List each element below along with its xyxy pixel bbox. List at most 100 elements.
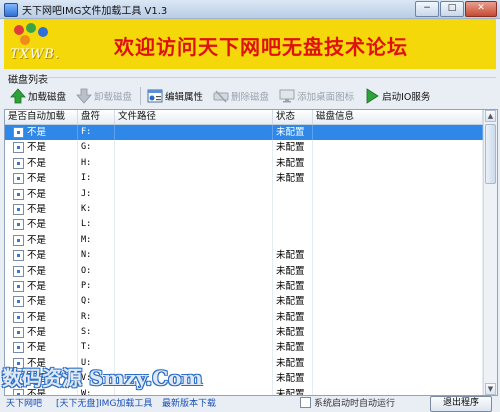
table-row[interactable]: 不是 M: [5, 232, 483, 249]
gray-down-arrow-icon [76, 88, 92, 104]
cell-auto-load: 不是 [5, 186, 78, 202]
cell-disk-info [313, 278, 483, 295]
cell-drive-letter: T: [78, 340, 115, 356]
table-row[interactable]: 不是 O: 未配置 [5, 263, 483, 279]
cell-file-path [115, 294, 273, 310]
cell-status: 未配置 [273, 371, 313, 387]
cell-auto-load: 不是 [5, 155, 78, 172]
close-button[interactable]: ✕ [465, 1, 497, 17]
table-row[interactable]: 不是 P: 未配置 [5, 278, 483, 295]
cell-status: 未配置 [273, 386, 313, 395]
minimize-button[interactable]: − [415, 1, 439, 17]
table-row[interactable]: 不是 I: 未配置 [5, 171, 483, 187]
scroll-up-arrow-icon[interactable]: ▲ [485, 110, 496, 122]
cell-status [273, 232, 313, 249]
cell-disk-info [313, 309, 483, 326]
cell-auto-load: 不是 [5, 248, 78, 264]
column-header-drive-letter[interactable]: 盘符 [78, 110, 115, 124]
cell-drive-letter: G: [78, 140, 115, 156]
cell-status: 未配置 [273, 248, 313, 264]
delete-disk-button[interactable]: 删除磁盘 [211, 86, 271, 106]
cell-auto-load: 不是 [5, 232, 78, 249]
cell-status: 未配置 [273, 340, 313, 356]
add-desktop-icon-button[interactable]: 添加桌面图标 [277, 86, 356, 106]
cell-file-path [115, 325, 273, 341]
logo-text: TXWB. [10, 47, 60, 62]
disk-list-view[interactable]: 是否自动加载 盘符 文件路径 状态 磁盘信息 不是 F: 未配置 不是 G: 未配置 不是 H… [4, 109, 498, 396]
download-link[interactable]: 最新版本下载 [162, 396, 216, 409]
load-disk-button[interactable]: 加载磁盘 [8, 86, 68, 106]
load-disk-label: 加载磁盘 [28, 92, 67, 103]
start-io-service-label: 启动IO服务 [382, 92, 431, 103]
table-row[interactable]: 不是 K: [5, 201, 483, 218]
edit-properties-label: 编辑属性 [165, 92, 204, 103]
cell-drive-letter: J: [78, 186, 115, 202]
cell-file-path [115, 201, 273, 218]
logo-dot [26, 23, 36, 33]
cell-drive-letter: N: [78, 248, 115, 264]
maximize-button[interactable]: □ [440, 1, 464, 17]
column-header-auto-load[interactable]: 是否自动加载 [5, 110, 78, 124]
cell-drive-letter: M: [78, 232, 115, 249]
cell-drive-letter: K: [78, 201, 115, 218]
delete-disk-label: 删除磁盘 [231, 92, 270, 103]
cell-disk-info [313, 325, 483, 341]
cell-file-path [115, 186, 273, 202]
txwb-link[interactable]: 天下网吧 [6, 396, 42, 409]
unload-disk-label: 卸载磁盘 [94, 92, 133, 103]
cell-file-path [115, 171, 273, 187]
table-row[interactable]: 不是 F: 未配置 [5, 125, 483, 141]
cell-status: 未配置 [273, 125, 313, 141]
table-row[interactable]: 不是 N: 未配置 [5, 248, 483, 264]
cell-disk-info [313, 232, 483, 249]
watermark: 数码资源 Smzy.Com [2, 366, 203, 390]
table-row[interactable]: 不是 G: 未配置 [5, 140, 483, 156]
cell-status: 未配置 [273, 155, 313, 172]
cell-disk-info [313, 263, 483, 279]
cell-auto-load: 不是 [5, 325, 78, 341]
cell-file-path [115, 263, 273, 279]
scroll-down-arrow-icon[interactable]: ▼ [485, 383, 496, 395]
cell-status [273, 186, 313, 202]
table-row[interactable]: 不是 J: [5, 186, 483, 202]
table-row[interactable]: 不是 H: 未配置 [5, 155, 483, 172]
banner: TXWB. 欢迎访问天下网吧无盘技术论坛 [4, 19, 496, 69]
cell-status: 未配置 [273, 309, 313, 326]
toolbar: 加载磁盘 卸载磁盘 编辑属性 删除磁盘 添加桌面图标 启动IO服务 [8, 85, 494, 107]
cell-disk-info [313, 248, 483, 264]
group-divider [36, 77, 496, 78]
tool-link[interactable]: [天下无盘]IMG加载工具 [56, 396, 152, 409]
green-up-arrow-icon [10, 88, 26, 104]
cell-auto-load: 不是 [5, 340, 78, 356]
unload-disk-button[interactable]: 卸载磁盘 [74, 86, 134, 106]
exit-button[interactable]: 退出程序 [430, 396, 492, 412]
cell-drive-letter: O: [78, 263, 115, 279]
cell-file-path [115, 278, 273, 295]
cell-status: 未配置 [273, 325, 313, 341]
table-row[interactable]: 不是 R: 未配置 [5, 309, 483, 326]
cell-disk-info [313, 171, 483, 187]
list-rows: 不是 F: 未配置 不是 G: 未配置 不是 H: 未配置 不是 I: 未配置 不是 J: 不是 K: 不是 L:… [5, 125, 483, 395]
cell-disk-info [313, 155, 483, 172]
start-io-service-button[interactable]: 启动IO服务 [362, 86, 432, 106]
edit-properties-button[interactable]: 编辑属性 [145, 86, 205, 106]
column-header-file-path[interactable]: 文件路径 [115, 110, 273, 124]
txwb-logo: TXWB. [10, 23, 80, 65]
table-row[interactable]: 不是 L: [5, 217, 483, 233]
vertical-scrollbar[interactable]: ▲ ▼ [483, 110, 497, 395]
autostart-checkbox[interactable] [300, 397, 311, 408]
logo-dot [20, 35, 30, 45]
cell-file-path [115, 309, 273, 326]
green-play-icon [364, 88, 380, 104]
table-row[interactable]: 不是 Q: 未配置 [5, 294, 483, 310]
column-header-status[interactable]: 状态 [273, 110, 313, 124]
column-header-disk-info[interactable]: 磁盘信息 [313, 110, 483, 124]
table-row[interactable]: 不是 T: 未配置 [5, 340, 483, 356]
toolbar-separator [140, 87, 142, 105]
scrollbar-thumb[interactable] [485, 124, 496, 184]
cell-disk-info [313, 186, 483, 202]
app-icon [4, 3, 18, 17]
autostart-checkbox-row[interactable]: 系统启动时自动运行 [300, 396, 395, 409]
table-row[interactable]: 不是 S: 未配置 [5, 325, 483, 341]
cell-drive-letter: S: [78, 325, 115, 341]
